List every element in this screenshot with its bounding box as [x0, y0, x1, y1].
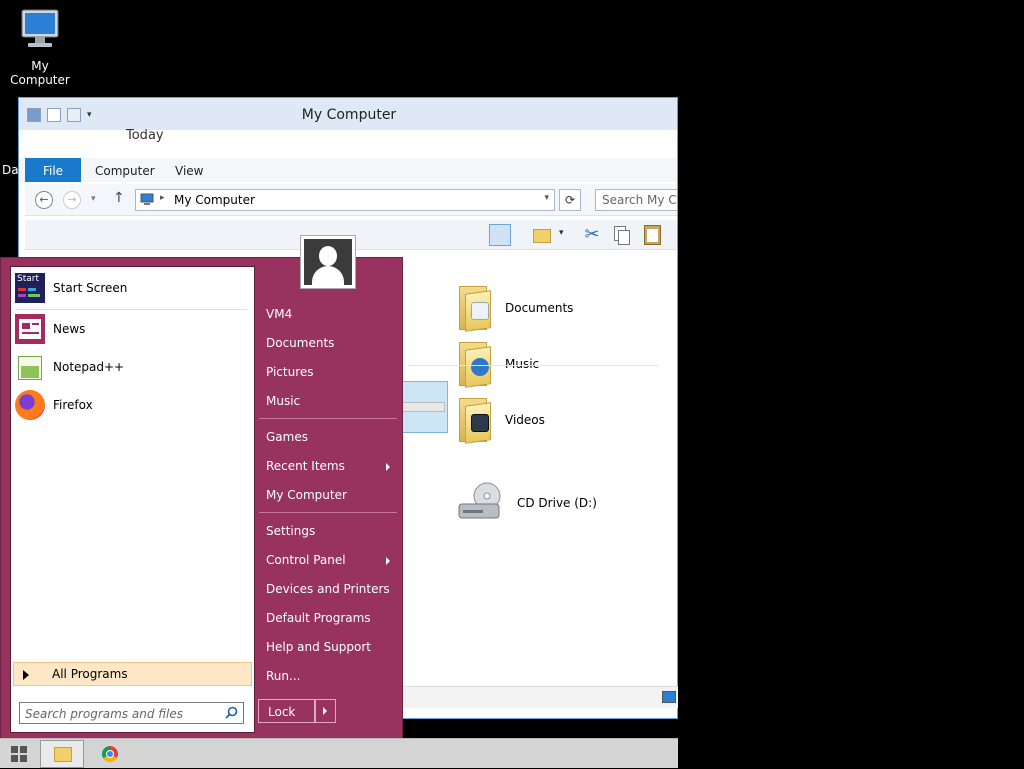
start-item-label: Notepad++	[53, 360, 125, 374]
divider	[259, 418, 397, 419]
drive-cd[interactable]: CD Drive (D:)	[457, 477, 597, 529]
start-right-documents[interactable]: Documents	[266, 336, 334, 350]
drive-label: CD Drive (D:)	[517, 496, 597, 510]
folder-label: Documents	[505, 301, 574, 315]
monitor-icon	[21, 9, 59, 47]
tab-view[interactable]: View	[163, 158, 215, 182]
breadcrumb-separator-icon: ▸	[160, 193, 165, 203]
cut-icon[interactable]: ✂	[581, 224, 603, 246]
search-input[interactable]: Search My Co	[595, 189, 677, 211]
window-title: My Computer	[301, 107, 397, 123]
tab-computer[interactable]: Computer	[83, 158, 167, 182]
desktop-icon-label: My Computer	[10, 59, 70, 87]
taskbar-file-explorer[interactable]	[40, 740, 84, 768]
start-tile-text: Start	[17, 274, 39, 284]
cd-drive-icon	[458, 482, 501, 519]
user-icon	[304, 239, 352, 285]
paste-icon[interactable]	[641, 224, 663, 246]
expand-arrow-icon	[23, 670, 29, 680]
folder-label: Music	[505, 357, 540, 371]
today-label: Today	[126, 128, 164, 143]
computer-icon	[140, 193, 154, 205]
news-icon	[15, 314, 45, 344]
start-item-label: Firefox	[53, 398, 93, 412]
address-row: ← → ▾ ↑ ▸ My Computer ▾ ⟳ Search My Co	[25, 184, 677, 216]
start-item-firefox[interactable]: Firefox	[15, 387, 250, 423]
start-right-settings[interactable]: Settings	[266, 524, 315, 538]
start-screen-icon: Start	[15, 273, 45, 303]
desktop-icon-my-computer[interactable]: My Computer	[0, 8, 80, 87]
ribbon-tabs: File Computer View	[19, 158, 677, 182]
desktop-partial-label: Da	[2, 163, 19, 177]
start-right-control-panel[interactable]: Control Panel	[266, 553, 346, 567]
folder-documents[interactable]: Documents	[459, 282, 573, 334]
preview-pane-icon[interactable]	[489, 224, 511, 246]
start-right-music[interactable]: Music	[266, 394, 300, 408]
search-programs-input[interactable]: Search programs and files	[19, 702, 244, 724]
start-right-default-programs[interactable]: Default Programs	[266, 611, 371, 625]
title-bar[interactable]: ▾ My Computer	[19, 98, 677, 130]
search-icon[interactable]	[225, 706, 238, 719]
start-item-start-screen[interactable]: Start Start Screen	[15, 270, 250, 306]
start-right-my-computer[interactable]: My Computer	[266, 488, 347, 502]
back-button[interactable]: ←	[35, 191, 53, 209]
power-options-button[interactable]	[315, 699, 336, 723]
firefox-icon	[15, 390, 45, 420]
start-item-notepad[interactable]: Notepad++	[15, 349, 250, 385]
all-programs-label: All Programs	[52, 667, 128, 681]
refresh-button[interactable]: ⟳	[559, 189, 581, 211]
start-menu-programs-pane: Start Start Screen News Notepad++ Firefo…	[10, 266, 255, 733]
start-right-pictures[interactable]: Pictures	[266, 365, 314, 379]
address-bar[interactable]: ▸ My Computer ▾	[135, 189, 555, 211]
folder-videos[interactable]: Videos	[459, 394, 545, 446]
recent-locations-chevron-icon[interactable]: ▾	[91, 194, 96, 204]
content-separator	[408, 365, 658, 366]
start-button[interactable]	[0, 739, 38, 769]
details-view-icon[interactable]	[662, 691, 676, 703]
windows-logo-icon	[11, 746, 27, 762]
chevron-right-icon	[323, 707, 327, 715]
documents-folder-icon	[459, 286, 493, 332]
address-dropdown-icon[interactable]: ▾	[544, 193, 549, 203]
music-folder-icon	[459, 342, 493, 388]
videos-folder-icon	[459, 398, 493, 444]
chevron-down-icon[interactable]: ▾	[559, 228, 564, 238]
divider	[259, 512, 397, 513]
start-right-games[interactable]: Games	[266, 430, 308, 444]
lock-button[interactable]: Lock	[258, 699, 315, 723]
user-avatar[interactable]	[300, 235, 356, 289]
forward-button[interactable]: →	[63, 191, 81, 209]
up-arrow-icon[interactable]: ↑	[113, 190, 125, 206]
divider	[15, 309, 247, 310]
all-programs-button[interactable]: All Programs	[13, 662, 252, 686]
submenu-arrow-icon	[386, 463, 390, 471]
search-placeholder: Search programs and files	[25, 707, 183, 721]
start-right-devices-printers[interactable]: Devices and Printers	[266, 582, 390, 596]
folder-icon	[54, 747, 72, 762]
taskbar	[0, 738, 678, 768]
start-item-label: News	[53, 322, 86, 336]
start-right-help-support[interactable]: Help and Support	[266, 640, 371, 654]
tab-file[interactable]: File	[25, 158, 81, 182]
folder-music[interactable]: Music	[459, 338, 539, 390]
taskbar-chrome[interactable]	[92, 741, 128, 767]
address-text: My Computer	[174, 193, 255, 207]
start-right-run[interactable]: Run...	[266, 669, 300, 683]
folder-options-icon[interactable]	[533, 224, 555, 246]
start-item-label: Start Screen	[53, 281, 128, 295]
folder-label: Videos	[505, 413, 545, 427]
start-item-news[interactable]: News	[15, 311, 250, 347]
copy-icon[interactable]	[611, 224, 633, 246]
start-right-vm4[interactable]: VM4	[266, 307, 292, 321]
chrome-icon	[102, 746, 118, 762]
submenu-arrow-icon	[386, 557, 390, 565]
start-right-recent-items[interactable]: Recent Items	[266, 459, 345, 473]
notepad-plus-plus-icon	[15, 352, 45, 382]
